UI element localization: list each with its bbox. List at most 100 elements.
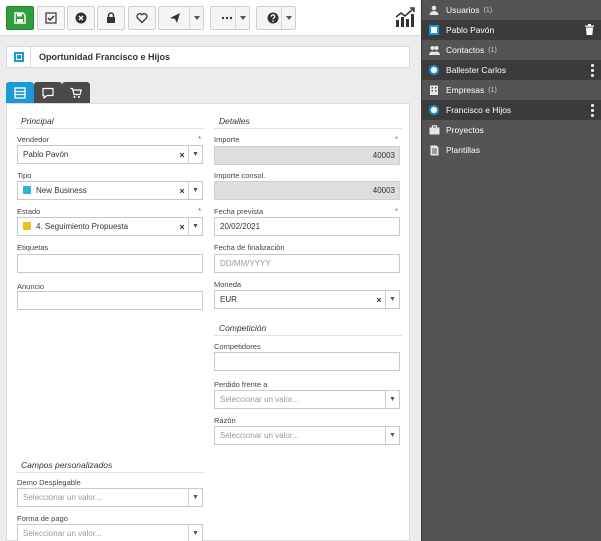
chevron-down-icon[interactable]: ▼ [188, 489, 202, 506]
sidebar-item-pablo-pavon[interactable]: Pablo Pavón [422, 20, 601, 40]
chevron-down-icon[interactable] [235, 7, 249, 29]
competidores-label: Competidores [214, 342, 261, 351]
tipo-select[interactable]: New Business × ▼ [17, 181, 203, 200]
fecha-prevista-input[interactable]: 20/02/2021 [214, 217, 400, 236]
sidebar-item-empresas[interactable]: Empresas (1) [422, 80, 601, 100]
perdido-label: Perdido frente a [214, 380, 268, 389]
save-button[interactable] [6, 6, 34, 30]
vendedor-select[interactable]: Pablo Pavón × ▼ [17, 145, 203, 164]
chevron-down-icon[interactable] [281, 7, 295, 29]
importe-field: 40003 [214, 146, 400, 165]
divider [17, 128, 205, 129]
statistics-icon[interactable] [394, 6, 416, 30]
send-icon [170, 13, 180, 23]
vendedor-label: Vendedor [17, 135, 50, 144]
divider [17, 472, 205, 473]
page-title: Oportunidad Francisco e Hijos [39, 52, 171, 62]
sidebar-item-usuarios[interactable]: Usuarios (1) [422, 0, 601, 20]
importe-label: Importe [214, 135, 240, 144]
chevron-down-icon[interactable]: ▼ [188, 182, 202, 199]
tab-products[interactable] [62, 82, 90, 103]
form-icon [14, 86, 26, 99]
section-competicion-title: Competición [219, 323, 267, 333]
competidores-input[interactable] [214, 352, 400, 371]
favorite-button[interactable] [128, 6, 156, 30]
trash-icon[interactable] [585, 24, 594, 37]
clear-icon[interactable]: × [176, 186, 188, 196]
estado-label: Estado [17, 207, 41, 216]
cancel-button[interactable] [67, 6, 95, 30]
cart-icon [70, 87, 82, 98]
save-close-button[interactable] [37, 6, 65, 30]
fecha-finalizacion-input[interactable]: DD/MM/YYYY [214, 254, 400, 273]
toolbar [0, 0, 420, 36]
required-marker: * [198, 135, 202, 144]
chevron-down-icon[interactable] [189, 7, 203, 29]
fecha-prevista-label: Fecha prevista [214, 207, 264, 216]
fecha-finalizacion-label: Fecha de finalización [214, 243, 285, 252]
sidebar-item-contactos[interactable]: Contactos (1) [422, 40, 601, 60]
estado-select[interactable]: 4. Seguimiento Propuesta × ▼ [17, 217, 203, 236]
company-icon [422, 85, 446, 95]
chevron-down-icon[interactable]: ▼ [188, 525, 202, 541]
more-vertical-icon[interactable] [591, 64, 594, 77]
forma-pago-label: Forma de pago [17, 514, 68, 523]
help-button[interactable] [256, 6, 296, 30]
help-icon [267, 12, 279, 24]
tipo-label: Tipo [17, 171, 32, 180]
tab-form[interactable] [6, 82, 34, 103]
chevron-down-icon[interactable]: ▼ [385, 391, 399, 408]
importe-consol-label: Importe consol. [214, 171, 266, 180]
moneda-label: Moneda [214, 280, 242, 289]
cancel-circle-icon [75, 12, 87, 24]
demo-label: Demo Desplegable [17, 478, 81, 487]
more-vertical-icon[interactable] [591, 104, 594, 117]
divider [214, 335, 402, 336]
section-principal-title: Principal [21, 116, 54, 126]
lock-button[interactable] [97, 6, 125, 30]
record-square-icon [429, 25, 439, 35]
heart-icon [136, 13, 148, 24]
send-button[interactable] [158, 6, 204, 30]
clear-icon[interactable]: × [176, 222, 188, 232]
required-marker: * [395, 135, 399, 144]
chevron-down-icon[interactable]: ▼ [385, 291, 399, 308]
anuncio-label: Anuncio [17, 282, 45, 291]
record-title-bar: Oportunidad Francisco e Hijos [6, 46, 410, 68]
record-circle-icon [429, 65, 439, 75]
perdido-select[interactable]: Seleccionar un valor... ▼ [214, 390, 400, 409]
contacts-icon [422, 45, 446, 55]
color-swatch-icon [23, 186, 31, 194]
chevron-down-icon[interactable]: ▼ [385, 427, 399, 444]
moneda-select[interactable]: EUR × ▼ [214, 290, 400, 309]
chevron-down-icon[interactable]: ▼ [188, 146, 202, 163]
save-icon [14, 12, 26, 24]
importe-consol-field: 40003 [214, 181, 400, 200]
record-form: Principal Vendedor * Pablo Pavón × ▼ Tip… [6, 103, 410, 541]
check-icon [45, 12, 57, 24]
razon-select[interactable]: Seleccionar un valor... ▼ [214, 426, 400, 445]
chevron-down-icon[interactable]: ▼ [188, 218, 202, 235]
required-marker: * [395, 207, 399, 216]
demo-select[interactable]: Seleccionar un valor... ▼ [17, 488, 203, 507]
briefcase-icon [422, 125, 446, 135]
forma-pago-select[interactable]: Seleccionar un valor... ▼ [17, 524, 203, 541]
sidebar-item-plantillas[interactable]: Plantillas [422, 140, 601, 160]
divider [214, 128, 402, 129]
anuncio-input[interactable] [17, 291, 203, 310]
lock-icon [107, 12, 115, 23]
clear-icon[interactable]: × [373, 295, 385, 305]
templates-icon [422, 145, 446, 156]
sidebar-item-francisco-e-hijos[interactable]: Francisco e Hijos [422, 100, 601, 120]
clear-icon[interactable]: × [176, 150, 188, 160]
razon-label: Razón [214, 416, 236, 425]
comments-icon [42, 87, 54, 99]
record-icon [7, 47, 31, 67]
more-actions-button[interactable] [210, 6, 250, 30]
tab-comments[interactable] [34, 82, 62, 103]
sidebar-item-proyectos[interactable]: Proyectos [422, 120, 601, 140]
related-sidebar: Usuarios (1) Pablo Pavón Contactos (1) B… [421, 0, 601, 541]
etiquetas-input[interactable] [17, 254, 203, 273]
color-swatch-icon [23, 222, 31, 230]
sidebar-item-ballester-carlos[interactable]: Ballester Carlos [422, 60, 601, 80]
